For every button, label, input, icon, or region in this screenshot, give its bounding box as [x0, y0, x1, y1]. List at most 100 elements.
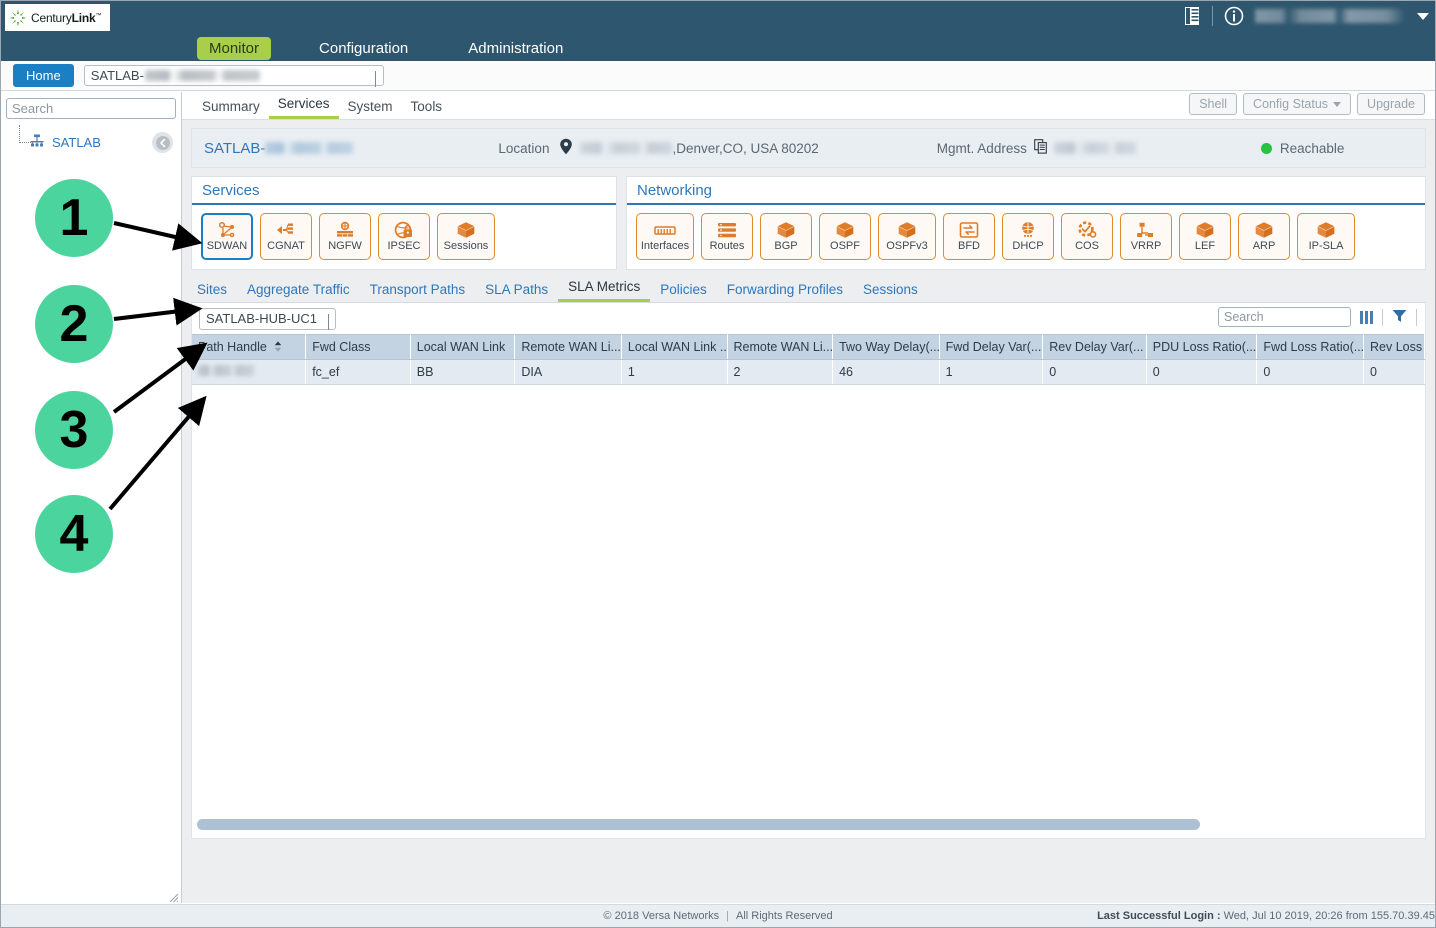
tab-system[interactable]: System — [339, 99, 402, 119]
chevron-down-icon — [328, 313, 329, 330]
networking-button-routes[interactable]: Routes — [701, 213, 753, 260]
copyright-text: © 2018 Versa Networks — [603, 910, 720, 922]
table-search-input[interactable]: Search — [1218, 307, 1351, 327]
table-row[interactable]: fc_ef BB DIA 1 2 46 1 0 0 0 0 — [192, 359, 1425, 385]
networking-button-arp[interactable]: ARP — [1238, 213, 1290, 260]
services-panel-title: Services — [192, 177, 616, 205]
networking-button-ospf[interactable]: OSPF — [819, 213, 871, 260]
sidebar-search-input[interactable]: Search — [6, 98, 176, 119]
vrrp-icon — [1136, 221, 1156, 239]
footer-separator: | — [726, 910, 729, 922]
column-header-local-wan-link-2[interactable]: Local WAN Link ... — [621, 334, 728, 360]
networking-button-ip-sla[interactable]: IP-SLA — [1297, 213, 1355, 260]
scrollbar-thumb[interactable] — [197, 819, 1200, 830]
info-icon[interactable] — [1223, 5, 1245, 27]
networking-label-lef: LEF — [1194, 240, 1216, 252]
subtab-transport-paths[interactable]: Transport Paths — [360, 282, 476, 302]
shell-button[interactable]: Shell — [1189, 93, 1237, 115]
rights-text: All Rights Reserved — [735, 910, 833, 922]
home-button[interactable]: Home — [13, 64, 74, 87]
last-login-value: Wed, Jul 10 2019, 20:26 from 155.70.39.4… — [1223, 910, 1435, 922]
subtab-policies[interactable]: Policies — [650, 282, 717, 302]
dhcp-icon — [1018, 221, 1038, 239]
subtab-sites[interactable]: Sites — [193, 282, 237, 302]
main-body: Search SATLAB Summary Services System To… — [1, 92, 1435, 903]
user-menu[interactable] — [1255, 9, 1405, 23]
table-tool-buttons: Search — [1218, 307, 1417, 327]
centurylink-logo-text: CenturyLink™ — [31, 10, 102, 25]
service-button-sessions[interactable]: Sessions — [437, 213, 495, 260]
nav-monitor[interactable]: Monitor — [197, 37, 272, 60]
networking-button-vrrp[interactable]: VRRP — [1120, 213, 1172, 260]
subtab-sessions[interactable]: Sessions — [853, 282, 928, 302]
centurylink-logo[interactable]: CenturyLink™ — [5, 4, 110, 31]
device-name-redacted — [265, 141, 354, 154]
networking-label-bfd: BFD — [958, 240, 980, 252]
networking-button-dhcp[interactable]: DHCP — [1002, 213, 1054, 260]
device-selector[interactable]: SATLAB- — [83, 65, 384, 87]
networking-label-interfaces: Interfaces — [640, 240, 690, 252]
sidebar-resize-handle[interactable] — [169, 891, 179, 903]
device-name[interactable]: SATLAB- — [204, 140, 354, 157]
networking-button-bgp[interactable]: BGP — [760, 213, 812, 260]
mgmt-address-label: Mgmt. Address — [936, 140, 1027, 156]
config-status-label: Config Status — [1253, 97, 1329, 111]
service-button-ipsec[interactable]: IPSEC — [378, 213, 430, 260]
column-header-fwd-loss-ratio[interactable]: Fwd Loss Ratio(... — [1256, 334, 1365, 360]
cell-remote-wan-link-2: 2 — [727, 359, 834, 385]
column-header-rev-loss[interactable]: Rev Loss — [1363, 334, 1425, 360]
column-header-fwd-class[interactable]: Fwd Class — [305, 334, 411, 360]
cell-two-way-delay: 46 — [832, 359, 940, 385]
subtab-sla-metrics[interactable]: SLA Metrics — [558, 279, 651, 302]
sidebar-tree-item-satlab[interactable]: SATLAB — [52, 135, 101, 150]
column-header-remote-wan-link-2[interactable]: Remote WAN Li... — [727, 334, 834, 360]
toolbar-divider-2 — [1416, 308, 1417, 326]
sidebar-collapse-button[interactable] — [152, 132, 173, 153]
service-button-cgnat[interactable]: CGNAT — [260, 213, 312, 260]
subtab-sla-paths[interactable]: SLA Paths — [475, 282, 558, 302]
report-icon[interactable] — [1182, 5, 1202, 27]
chevron-down-icon[interactable] — [1417, 12, 1429, 20]
tree-guide-line — [19, 125, 33, 143]
tab-tools[interactable]: Tools — [402, 99, 452, 119]
networking-button-bfd[interactable]: BFD — [943, 213, 995, 260]
column-header-rev-delay-var[interactable]: Rev Delay Var(... — [1042, 334, 1147, 360]
nav-administration[interactable]: Administration — [456, 37, 575, 60]
upgrade-button[interactable]: Upgrade — [1357, 93, 1425, 115]
service-label-cgnat: CGNAT — [267, 240, 305, 252]
copy-icon[interactable] — [1033, 139, 1048, 157]
column-header-two-way-delay[interactable]: Two Way Delay(... — [832, 334, 940, 360]
nav-configuration[interactable]: Configuration — [307, 37, 420, 60]
config-status-button[interactable]: Config Status — [1243, 93, 1352, 115]
column-header-remote-wan-link[interactable]: Remote WAN Li... — [514, 334, 622, 360]
header-divider — [1212, 6, 1213, 26]
column-header-local-wan-link[interactable]: Local WAN Link — [410, 334, 516, 360]
subtab-forwarding-profiles[interactable]: Forwarding Profiles — [717, 282, 853, 302]
networking-label-ospf: OSPF — [830, 240, 860, 252]
networking-label-bgp: BGP — [774, 240, 798, 252]
subtab-aggregate-traffic[interactable]: Aggregate Traffic — [237, 282, 360, 302]
service-button-sdwan[interactable]: SDWAN — [201, 213, 253, 260]
column-header-path-handle[interactable]: Path Handle — [192, 334, 307, 360]
networking-panel-body: Interfaces Routes BGP OSPF OSPFv3 BFD DH… — [627, 205, 1425, 269]
columns-icon[interactable] — [1360, 310, 1373, 324]
networking-label-ip-sla: IP-SLA — [1308, 240, 1344, 252]
networking-label-routes: Routes — [709, 240, 745, 252]
location-street-redacted — [580, 142, 673, 154]
filter-funnel-icon[interactable] — [1392, 309, 1407, 326]
service-button-ngfw[interactable]: NGFW — [319, 213, 371, 260]
tab-summary[interactable]: Summary — [193, 99, 269, 119]
column-header-fwd-delay-var[interactable]: Fwd Delay Var(... — [939, 334, 1044, 360]
networking-button-ospfv3[interactable]: OSPFv3 — [878, 213, 936, 260]
site-selector[interactable]: SATLAB-HUB-UC1 — [199, 307, 336, 330]
site-selector-value: SATLAB-HUB-UC1 — [206, 311, 318, 326]
networking-button-lef[interactable]: LEF — [1179, 213, 1231, 260]
networking-button-cos[interactable]: COS — [1061, 213, 1113, 260]
tab-services[interactable]: Services — [268, 96, 339, 119]
table-horizontal-scrollbar[interactable] — [197, 819, 1420, 830]
column-header-pdu-loss-ratio[interactable]: PDU Loss Ratio(... — [1146, 334, 1258, 360]
networking-button-interfaces[interactable]: Interfaces — [636, 213, 694, 260]
feature-panels: Services SDWAN CGNAT NGFW IPSEC Sessions… — [191, 176, 1426, 270]
routes-icon — [716, 221, 738, 239]
mgmt-address-redacted — [1053, 142, 1136, 154]
